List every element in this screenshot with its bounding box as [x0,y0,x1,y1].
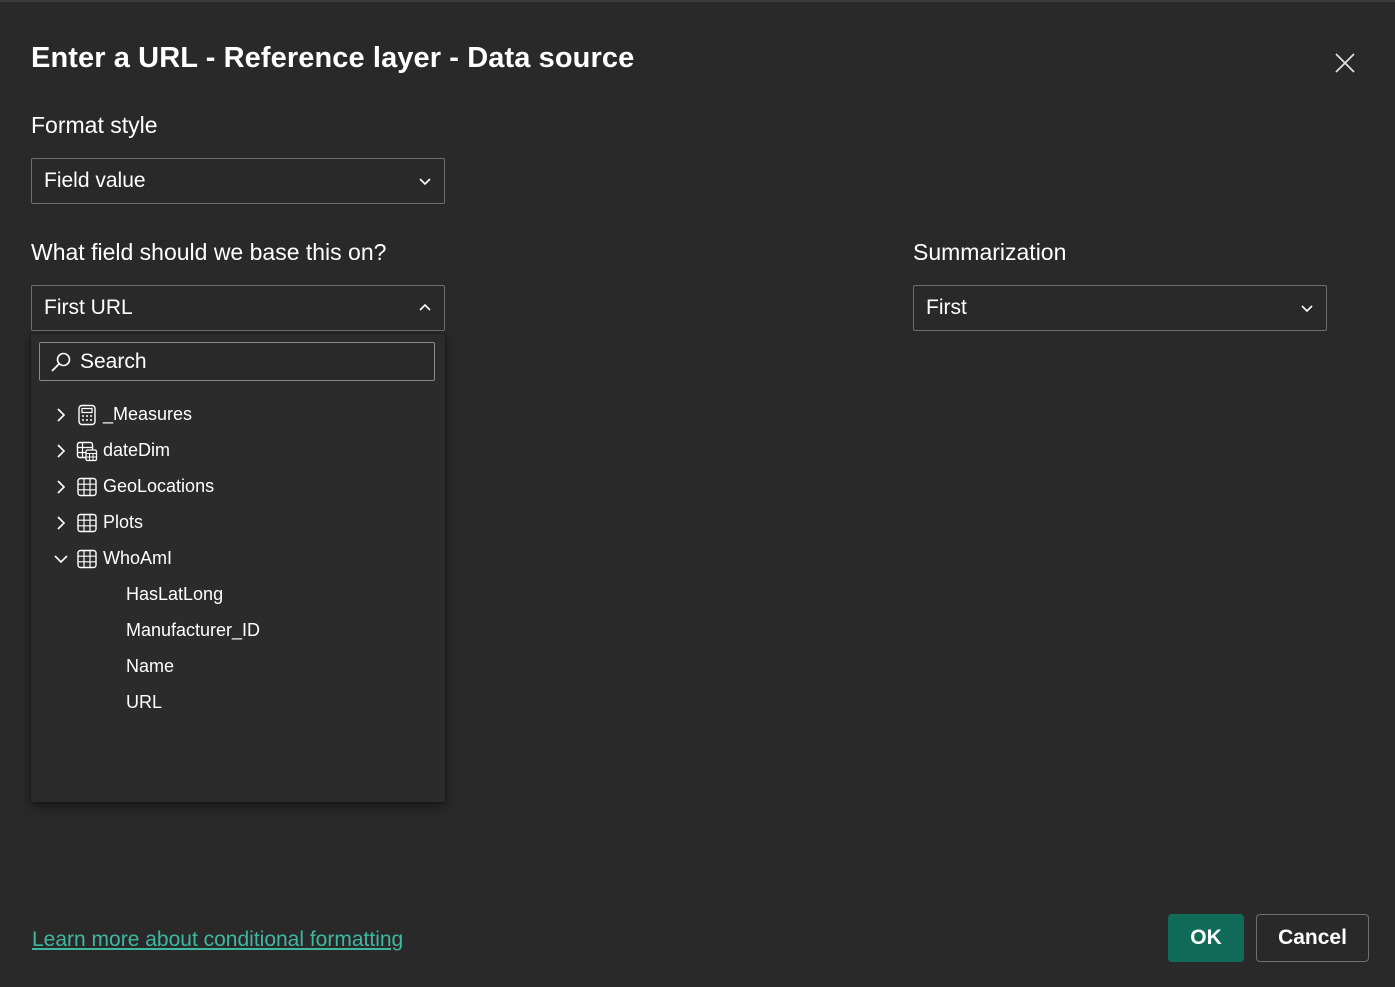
table-icon [77,477,97,497]
table-icon [77,513,97,533]
field-list-dropdown: _Measures dateDim GeoLocatio [31,334,445,802]
base-field-label: What field should we base this on? [31,239,387,265]
learn-more-link[interactable]: Learn more about conditional formatting [32,928,403,952]
format-style-label: Format style [31,112,158,138]
field-item-url[interactable]: URL [31,685,445,721]
field-item-haslatlong[interactable]: HasLatLong [31,577,445,613]
format-style-value: Field value [44,169,146,192]
base-field-value: First URL [44,296,133,319]
close-button[interactable] [1326,44,1364,82]
chevron-down-icon [1301,305,1313,313]
chevron-right-icon[interactable] [53,479,69,495]
format-style-select[interactable]: Field value [31,158,445,204]
field-item-label: Manufacturer_ID [126,620,261,640]
field-item-label: HasLatLong [126,584,224,604]
date-table-icon [76,441,98,462]
summarization-label: Summarization [913,239,1067,265]
close-icon [1335,53,1355,73]
tree-item-label: Plots [103,512,144,532]
search-icon [51,352,71,372]
chevron-right-icon[interactable] [53,407,69,423]
base-field-select[interactable]: First URL [31,285,445,331]
table-icon [77,549,97,569]
chevron-up-icon [419,303,431,311]
chevron-down-icon [419,178,431,186]
cancel-button[interactable]: Cancel [1256,914,1369,962]
search-input[interactable] [80,347,420,377]
field-search-box[interactable] [39,342,435,381]
chevron-right-icon[interactable] [53,515,69,531]
dialog-title: Enter a URL - Reference layer - Data sou… [31,42,635,74]
conditional-format-dialog: Enter a URL - Reference layer - Data sou… [0,2,1395,987]
tree-item-datedim[interactable]: dateDim [31,433,445,469]
summarization-value: First [926,296,967,319]
field-item-label: URL [126,692,163,712]
tree-item-plots[interactable]: Plots [31,505,445,541]
field-item-label: Name [126,656,175,676]
tree-item-label: _Measures [103,404,193,424]
chevron-right-icon[interactable] [53,443,69,459]
chevron-down-icon[interactable] [53,551,69,567]
tree-item-whoami[interactable]: WhoAmI [31,541,445,577]
tree-item-label: GeoLocations [103,476,215,496]
tree-item-geolocations[interactable]: GeoLocations [31,469,445,505]
tree-item-label: WhoAmI [103,548,173,568]
summarization-select[interactable]: First [913,285,1327,331]
field-item-name[interactable]: Name [31,649,445,685]
field-item-manufacturer-id[interactable]: Manufacturer_ID [31,613,445,649]
tree-item-label: dateDim [103,440,171,460]
calculator-icon [78,404,96,426]
ok-button[interactable]: OK [1168,914,1244,962]
tree-item-measures[interactable]: _Measures [31,397,445,433]
